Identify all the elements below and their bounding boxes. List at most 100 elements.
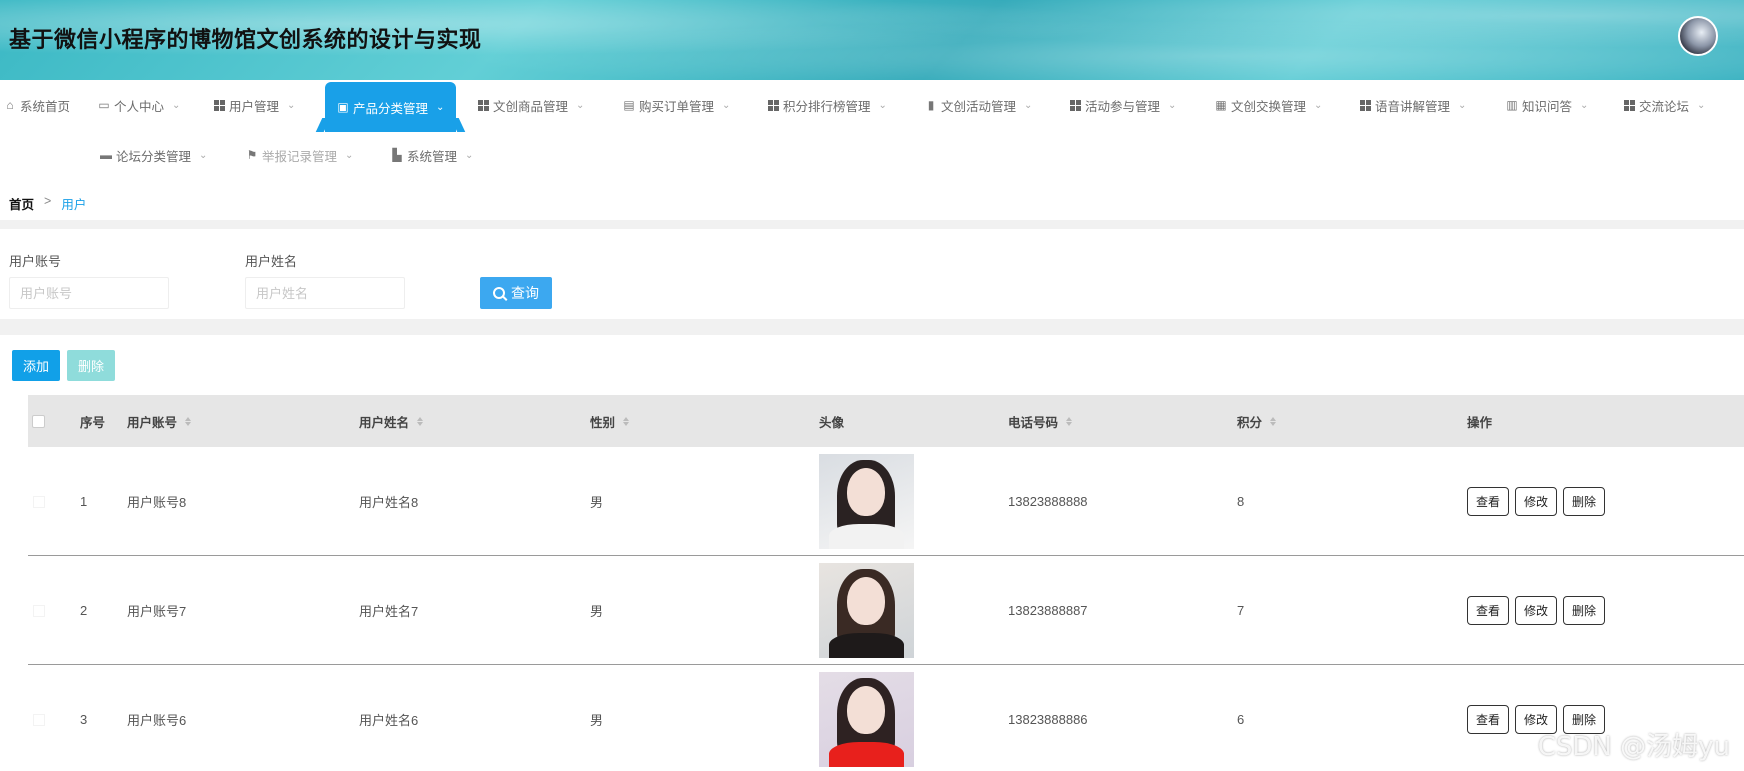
grid-icon bbox=[1070, 99, 1081, 111]
nav-label: 文创活动管理 bbox=[941, 99, 1017, 114]
col-points[interactable]: 积分 bbox=[1237, 395, 1277, 447]
nav-item-activities[interactable]: ▮ 文创活动管理 ⌄ bbox=[925, 80, 1033, 130]
nav-item-audio-guide[interactable]: 语音讲解管理 ⌄ bbox=[1360, 80, 1466, 130]
add-button[interactable]: 添加 bbox=[12, 350, 60, 381]
sort-icon[interactable] bbox=[1270, 416, 1277, 426]
user-table: 序号 用户账号 用户姓名 性别 头像 电话号码 积分 操作 1 用户账号8 用户… bbox=[28, 395, 1744, 771]
breadcrumb-current: 用户 bbox=[61, 198, 87, 212]
cell-avatar bbox=[819, 665, 914, 771]
nav-item-quiz[interactable]: ▥ 知识问答 ⌄ bbox=[1506, 80, 1588, 130]
col-index: 序号 bbox=[80, 395, 105, 447]
section-divider bbox=[0, 319, 1744, 335]
cell-name: 用户姓名8 bbox=[359, 495, 419, 510]
user-avatar[interactable] bbox=[1678, 16, 1718, 56]
cell-account: 用户账号6 bbox=[127, 713, 187, 728]
nav-item-goods[interactable]: 文创商品管理 ⌄ bbox=[478, 80, 584, 130]
clipboard-icon: ▮ bbox=[927, 98, 935, 112]
nav-label: 文创交换管理 bbox=[1231, 99, 1307, 114]
sort-icon[interactable] bbox=[1066, 416, 1073, 426]
sort-icon[interactable] bbox=[417, 416, 424, 426]
account-search-input[interactable] bbox=[9, 277, 169, 309]
nav-item-home[interactable]: ⌂ 系统首页 bbox=[4, 80, 70, 130]
nav-label: 产品分类管理 bbox=[353, 101, 429, 116]
batch-delete-button[interactable]: 删除 bbox=[67, 350, 115, 381]
chevron-down-icon: ⌄ bbox=[878, 99, 887, 111]
col-label: 电话号码 bbox=[1008, 415, 1059, 430]
nav-item-points-rank[interactable]: 积分排行榜管理 ⌄ bbox=[768, 80, 887, 130]
cell-phone: 13823888886 bbox=[1008, 712, 1088, 727]
nav-item-personal[interactable]: ▭ 个人中心 ⌄ bbox=[98, 80, 180, 130]
avatar-image bbox=[819, 454, 914, 549]
app-title: 基于微信小程序的博物馆文创系统的设计与实现 bbox=[9, 28, 482, 53]
grid-icon bbox=[1360, 99, 1371, 111]
avatar-image bbox=[819, 672, 914, 767]
cell-actions: 查看 修改 删除 bbox=[1467, 556, 1611, 665]
grid-icon bbox=[768, 99, 779, 111]
select-all-checkbox[interactable] bbox=[32, 414, 45, 428]
nav-item-orders[interactable]: ▤ 购买订单管理 ⌄ bbox=[623, 80, 730, 130]
bag-icon: ▤ bbox=[623, 98, 635, 112]
apps-icon: ▦ bbox=[1215, 98, 1227, 112]
card-icon: ▭ bbox=[98, 98, 110, 112]
query-button[interactable]: 查询 bbox=[480, 277, 552, 309]
nav-item-forum[interactable]: 交流论坛 ⌄ bbox=[1624, 80, 1705, 130]
cell-index: 2 bbox=[80, 603, 88, 618]
nav-item-exchange[interactable]: ▦ 文创交换管理 ⌄ bbox=[1215, 80, 1322, 130]
cell-points: 6 bbox=[1237, 712, 1245, 727]
cell-points: 8 bbox=[1237, 494, 1245, 509]
row-checkbox[interactable] bbox=[33, 495, 45, 508]
nav-label: 积分排行榜管理 bbox=[783, 99, 871, 114]
row-checkbox[interactable] bbox=[33, 713, 45, 726]
nav-item-forum-category[interactable]: ▬ 论坛分类管理 ⌄ bbox=[100, 130, 207, 180]
nav-item-product-category[interactable]: ▣ 产品分类管理 ⌄ bbox=[325, 82, 457, 132]
chat-icon: ▣ bbox=[337, 100, 349, 114]
edit-button[interactable]: 修改 bbox=[1515, 596, 1558, 625]
chevron-down-icon: ⌄ bbox=[1580, 99, 1589, 111]
edit-button[interactable]: 修改 bbox=[1515, 487, 1558, 516]
breadcrumb-home[interactable]: 首页 bbox=[9, 194, 34, 213]
book-icon: ▥ bbox=[1506, 98, 1518, 112]
view-button[interactable]: 查看 bbox=[1467, 596, 1510, 625]
col-actions: 操作 bbox=[1467, 395, 1492, 447]
cell-account: 用户账号8 bbox=[127, 495, 187, 510]
delete-button[interactable]: 删除 bbox=[1563, 596, 1606, 625]
cell-avatar bbox=[819, 556, 914, 665]
nav-item-users[interactable]: 用户管理 ⌄ bbox=[214, 80, 295, 130]
cell-index: 3 bbox=[80, 712, 88, 727]
chevron-down-icon: ⌄ bbox=[1458, 99, 1467, 111]
delete-button[interactable]: 删除 bbox=[1563, 487, 1606, 516]
col-label: 积分 bbox=[1237, 415, 1263, 430]
nav-label: 用户管理 bbox=[229, 99, 280, 114]
view-button[interactable]: 查看 bbox=[1467, 705, 1510, 734]
cell-name: 用户姓名7 bbox=[359, 604, 419, 619]
nav-label: 个人中心 bbox=[114, 99, 165, 114]
cell-account: 用户账号7 bbox=[127, 604, 187, 619]
view-button[interactable]: 查看 bbox=[1467, 487, 1510, 516]
cell-avatar bbox=[819, 447, 914, 556]
flag-icon: ⚑ bbox=[246, 148, 258, 162]
avatar-image bbox=[819, 563, 914, 658]
nav-item-reports[interactable]: ⚑ 举报记录管理 ⌄ bbox=[246, 130, 354, 180]
nav-label: 文创商品管理 bbox=[493, 99, 569, 114]
col-gender[interactable]: 性别 bbox=[590, 395, 630, 447]
col-name[interactable]: 用户姓名 bbox=[359, 395, 424, 447]
breadcrumb-separator: > bbox=[44, 194, 52, 208]
sort-icon[interactable] bbox=[185, 416, 192, 426]
nav-label: 论坛分类管理 bbox=[116, 149, 192, 164]
nav-label: 举报记录管理 bbox=[262, 149, 338, 164]
row-checkbox[interactable] bbox=[33, 604, 45, 617]
chevron-down-icon: ⌄ bbox=[722, 99, 731, 111]
name-search-input[interactable] bbox=[245, 277, 405, 309]
nav-item-system[interactable]: ▙ 系统管理 ⌄ bbox=[391, 130, 473, 180]
nav-item-participation[interactable]: 活动参与管理 ⌄ bbox=[1070, 80, 1176, 130]
sort-icon[interactable] bbox=[623, 416, 630, 426]
name-label: 用户姓名 bbox=[245, 254, 298, 269]
col-phone[interactable]: 电话号码 bbox=[1008, 395, 1073, 447]
col-label: 性别 bbox=[590, 415, 616, 430]
cell-gender: 男 bbox=[590, 495, 604, 510]
briefcase-icon: ▙ bbox=[392, 148, 402, 162]
table-header: 序号 用户账号 用户姓名 性别 头像 电话号码 积分 操作 bbox=[28, 395, 1744, 447]
chevron-down-icon: ⌄ bbox=[172, 99, 181, 111]
query-label: 查询 bbox=[511, 285, 539, 301]
col-account[interactable]: 用户账号 bbox=[127, 395, 192, 447]
